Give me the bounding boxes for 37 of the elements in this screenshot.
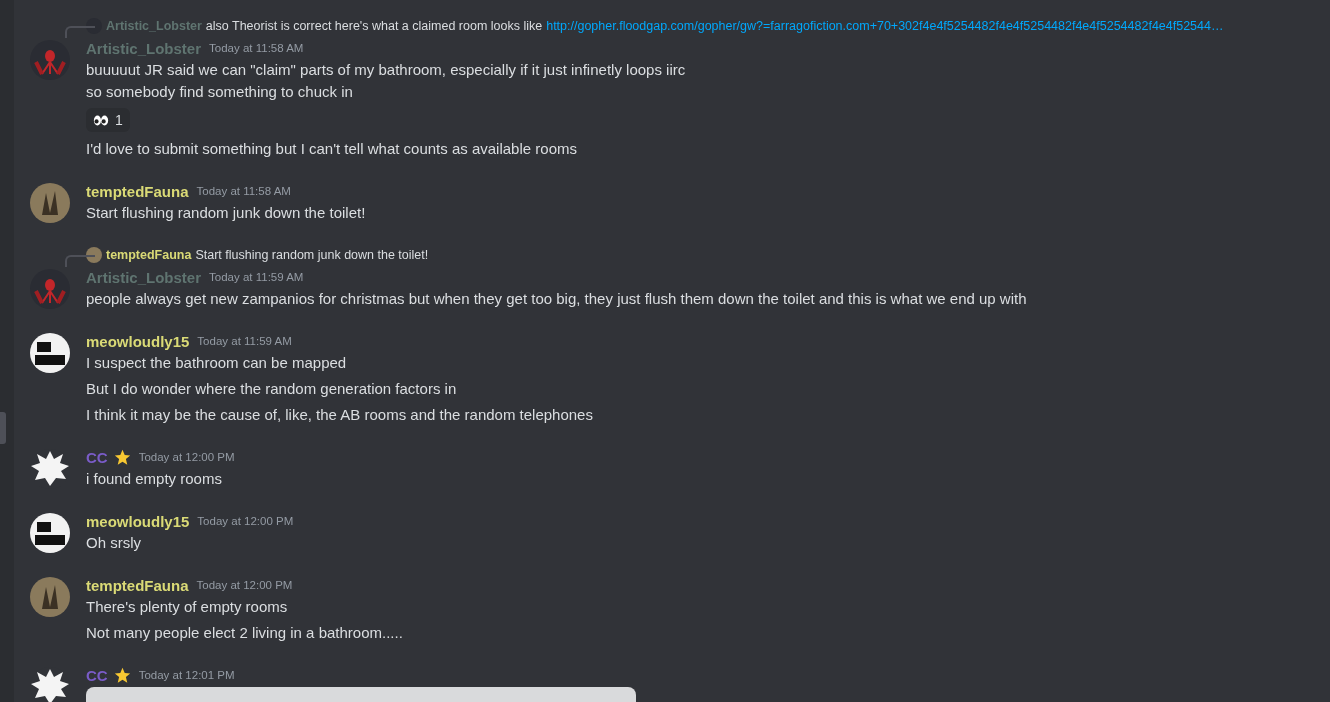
- timestamp: Today at 11:59 AM: [209, 271, 304, 283]
- reaction-button[interactable]: 1: [86, 108, 130, 132]
- message-text: But I do wonder where the random generation factors in: [86, 379, 457, 399]
- avatar-icon: [86, 247, 102, 263]
- timestamp: Today at 11:58 AM: [196, 185, 291, 197]
- message-text: I suspect the bathroom can be mapped: [86, 353, 347, 373]
- avatar-icon[interactable]: [30, 333, 70, 373]
- username[interactable]: meowloudly15: [86, 332, 190, 350]
- avatar-icon[interactable]: [30, 513, 70, 553]
- message-text: buuuuut JR said we can "claim" parts of my bathroom, especially if it just infinetly loops iirc so somebody find something to chuck in: [86, 60, 686, 102]
- timestamp: Today at 12:00 PM: [138, 451, 235, 463]
- reply-text[interactable]: Start flushing random junk down the toilet!: [195, 248, 429, 262]
- message-text: i found empty rooms: [86, 469, 222, 489]
- message-text: I'd love to submit something but I can't tell what counts as available rooms: [86, 139, 577, 159]
- timestamp: Today at 12:00 PM: [196, 579, 293, 591]
- timestamp: Today at 12:00 PM: [197, 515, 294, 527]
- avatar-icon: [86, 18, 102, 34]
- star-icon: [113, 666, 131, 684]
- avatar-icon[interactable]: [30, 667, 70, 702]
- message-text: Not many people elect 2 living in a bathroom.....: [86, 623, 403, 643]
- username[interactable]: temptedFauna: [86, 182, 189, 200]
- username[interactable]: meowloudly15: [86, 512, 190, 530]
- star-icon: [113, 448, 131, 466]
- username[interactable]: temptedFauna: [86, 576, 189, 594]
- message-text: I think it may be the cause of, like, the AB rooms and the random telephones: [86, 405, 593, 425]
- message-text: Start flushing random junk down the toilet!: [86, 203, 366, 223]
- reply-author[interactable]: temptedFauna: [106, 248, 192, 262]
- message-text: people always get new zampanios for christmas but when they get too big, they just flush them down the toilet and this is what we end up with: [86, 289, 1027, 309]
- reply-text[interactable]: also Theorist is correct here's what a claimed room looks like: [205, 19, 543, 33]
- message-text: Oh srsly: [86, 533, 141, 553]
- timestamp: Today at 11:58 AM: [209, 42, 304, 54]
- timestamp: Today at 12:01 PM: [138, 669, 235, 681]
- timestamp: Today at 11:59 AM: [197, 335, 292, 347]
- scrollbar-thumb[interactable]: [0, 412, 6, 444]
- eyes-icon: [93, 114, 109, 126]
- message-text: There's plenty of empty rooms: [86, 597, 288, 617]
- link[interactable]: http://gopher.floodgap.com/gopher/gw?=farragofiction.com+70+302f4e4f5254482f4e4f5254482f4e4f5254482f4e4f52544…: [546, 19, 1224, 33]
